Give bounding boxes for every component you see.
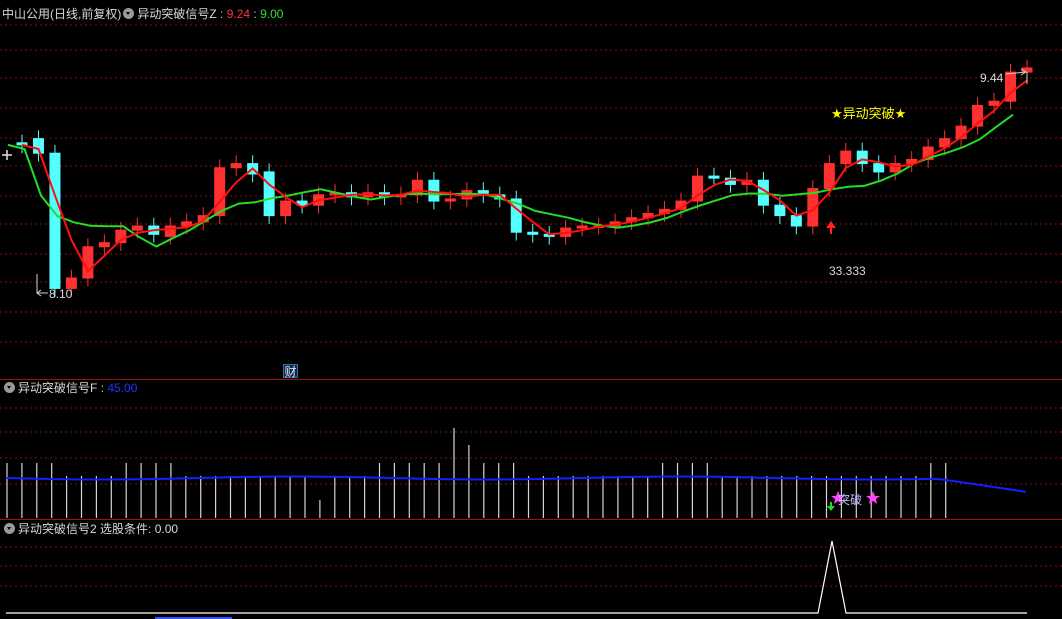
candle-body <box>16 142 28 146</box>
candle-body <box>214 167 226 217</box>
candle-body <box>280 200 292 217</box>
crosshair-icon <box>2 150 12 160</box>
period-label: (日线,前复权) <box>50 7 122 21</box>
buy-arrow-icon <box>826 221 836 234</box>
signal-2-grid <box>0 546 1062 587</box>
candle-body <box>790 215 802 227</box>
candle-body <box>708 175 720 179</box>
main-chart-panel[interactable]: 中山公用(日线,前复权) 异动突破信号Z : 9.24 : 9.00 9.44 8… <box>0 0 1062 379</box>
candle-body <box>774 204 786 217</box>
signal-f-grid <box>0 407 1062 485</box>
candlestick-chart[interactable]: 9.44 8.10 ★异动突破★ 33.333 <box>0 0 1062 379</box>
candle-body <box>527 231 539 235</box>
candles <box>16 59 1033 297</box>
main-chart-header: 中山公用(日线,前复权) 异动突破信号Z : 9.24 : 9.00 <box>2 6 283 22</box>
volume-bars <box>6 428 947 518</box>
separator: : <box>100 381 105 395</box>
signal-value-label: 33.333 <box>829 264 866 278</box>
indicator-menu-dropdown-icon[interactable] <box>123 8 135 19</box>
separator-2: : <box>253 7 257 21</box>
signal-f-panel[interactable]: 异动突破信号F : 45.00 突破 <box>0 380 1062 519</box>
value-blue: 45.00 <box>107 381 138 395</box>
breakout-signal-label: ★异动突破★ <box>831 106 906 122</box>
low-price-label: 8.10 <box>49 287 73 301</box>
condition-label: 选股条件: <box>100 522 152 536</box>
breakout-star-icon: 突破 <box>827 491 880 511</box>
stock-name: 中山公用 <box>2 7 51 21</box>
candle-body <box>823 163 835 190</box>
indicator-name: 异动突破信号F <box>18 381 98 395</box>
value-red: 9.24 <box>226 7 251 21</box>
condition-value: 0.00 <box>154 522 179 536</box>
indicator-menu-dropdown-icon[interactable] <box>4 382 15 393</box>
signal-2-header: 异动突破信号2 选股条件: 0.00 <box>2 521 178 537</box>
indicator-name: 异动突破信号2 <box>18 522 97 536</box>
candle-body <box>444 198 456 202</box>
indicator-name: 异动突破信号Z <box>137 7 217 21</box>
candle-body <box>411 179 423 196</box>
candle-body <box>49 152 61 289</box>
candle-body <box>988 100 1000 106</box>
indicator-menu-dropdown-icon[interactable] <box>4 523 15 534</box>
high-price-marker: 9.44 <box>980 68 1028 85</box>
high-price-label: 9.44 <box>980 71 1004 85</box>
candle-body <box>98 242 110 248</box>
price-grid <box>0 24 1062 343</box>
signal-2-panel[interactable]: 异动突破信号2 选股条件: 0.00 <box>0 520 1062 619</box>
signal-f-chart[interactable]: 突破 <box>0 380 1062 519</box>
candle-body <box>840 150 852 165</box>
value-green: 9.00 <box>260 7 284 21</box>
separator: : <box>220 7 224 21</box>
signal-f-header: 异动突破信号F : 45.00 <box>2 380 137 396</box>
candle-body <box>263 171 275 217</box>
candle-body <box>131 225 143 231</box>
finance-badge[interactable]: 财 <box>283 364 298 379</box>
candle-body <box>576 225 588 229</box>
candle-body <box>873 163 885 173</box>
breakout-signal-label: 突破 <box>838 492 862 507</box>
signal-2-line <box>6 540 1027 614</box>
candle-body <box>428 179 440 202</box>
candle-body <box>230 163 242 169</box>
